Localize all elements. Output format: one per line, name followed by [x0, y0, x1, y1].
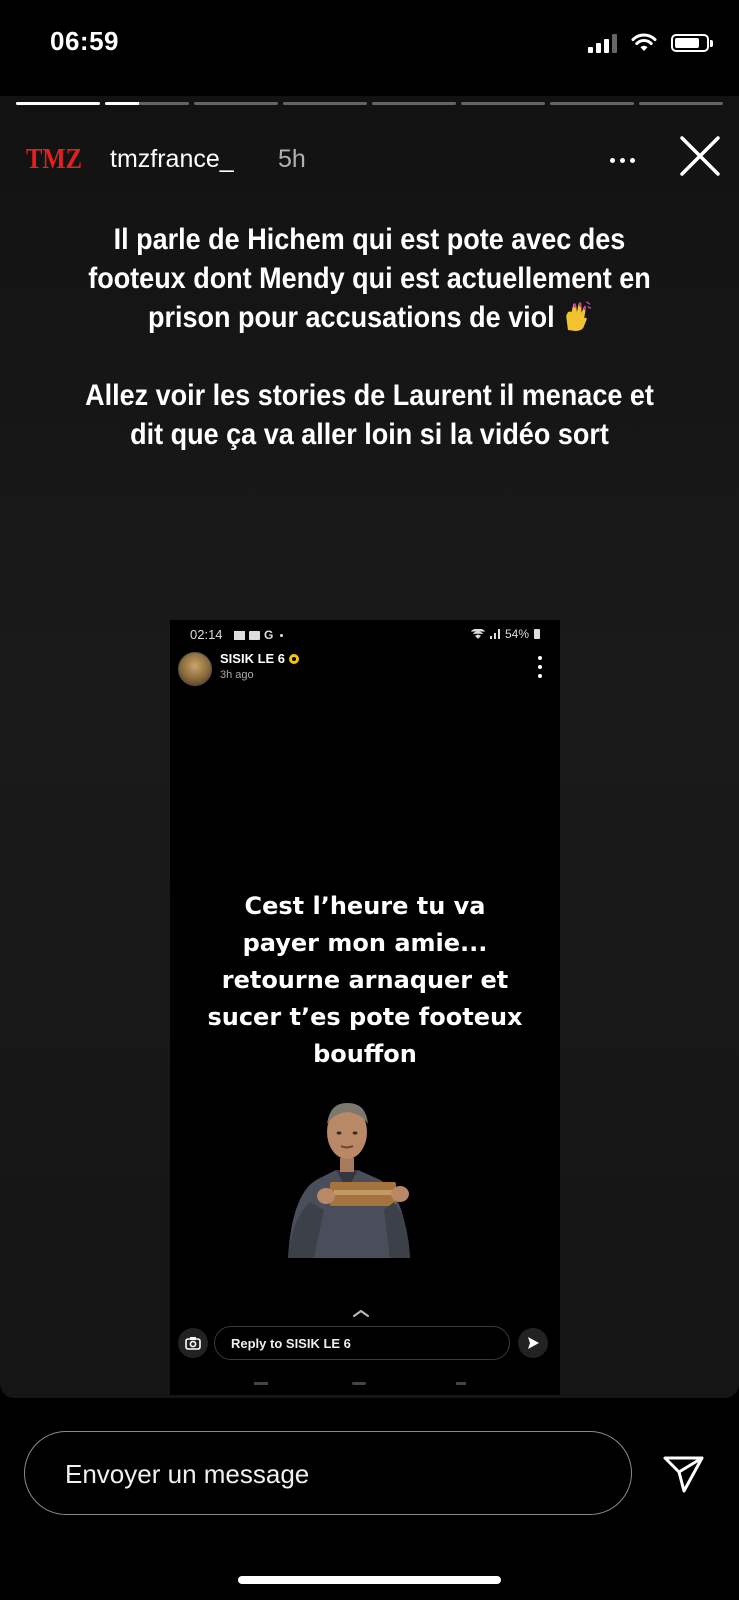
folder-icon — [249, 630, 260, 640]
message-input[interactable]: Envoyer un message — [24, 1431, 632, 1515]
wifi-icon — [631, 33, 657, 51]
embed-poster-name: SISIK LE 6 — [220, 651, 300, 666]
image-icon — [234, 630, 245, 640]
embed-status-letter: G — [264, 628, 274, 642]
battery-icon — [671, 34, 713, 52]
embed-message-line: sucer t’es pote footeux — [207, 1003, 523, 1031]
story-time-ago: 5h — [278, 145, 306, 173]
status-time: 06:59 — [50, 26, 119, 56]
story-header: TMZ tmzfrance_ 5h — [0, 132, 739, 192]
svg-text:TMZ: TMZ — [26, 144, 82, 174]
story-progress-segment — [550, 102, 634, 105]
story-progress-segment — [283, 102, 367, 105]
send-arrow-icon — [528, 1337, 539, 1349]
embed-header: SISIK LE 6 3h ago — [178, 650, 552, 690]
story-username[interactable]: tmzfrance_ — [110, 145, 234, 174]
tmz-logo[interactable]: TMZ — [26, 142, 84, 174]
embed-poster-name-text: SISIK LE 6 — [220, 651, 286, 666]
embed-message: Cest l’heure tu va payer mon amie... ret… — [170, 888, 560, 1073]
caption-paragraph-2: Allez voir les stories de Laurent il men… — [85, 379, 654, 451]
story-progress-bars — [16, 102, 723, 105]
wifi-icon — [471, 629, 485, 639]
story-progress-segment — [639, 102, 723, 105]
status-bar: 06:59 — [0, 0, 739, 96]
battery-icon — [534, 629, 540, 639]
embed-send-button — [518, 1328, 548, 1358]
embed-reply-bar: Reply to SISIK LE 6 — [170, 1322, 560, 1362]
camera-button — [178, 1328, 208, 1358]
embed-battery-text: 54% — [504, 627, 529, 641]
status-icons — [588, 33, 713, 53]
story-progress-segment — [105, 102, 189, 105]
embed-status-right: 54% — [471, 627, 540, 641]
embed-status-time: 02:14 — [190, 627, 223, 642]
direct-send-icon[interactable] — [660, 1450, 706, 1496]
camera-icon — [185, 1337, 201, 1350]
chevron-up-icon — [353, 1309, 369, 1317]
close-icon[interactable] — [676, 132, 724, 180]
avatar — [178, 652, 212, 686]
kebab-menu-icon — [536, 656, 544, 678]
story-card[interactable]: TMZ tmzfrance_ 5h Il parle de Hichem qui… — [0, 96, 739, 1398]
verified-badge-icon — [289, 653, 300, 664]
story-progress-segment — [461, 102, 545, 105]
more-options-icon — [609, 157, 615, 163]
embed-message-line: bouffon — [313, 1040, 417, 1068]
story-progress-segment — [194, 102, 278, 105]
embed-nav-bar — [170, 1368, 560, 1395]
embed-message-line: payer mon amie... — [242, 929, 488, 957]
embed-message-line: Cest l’heure tu va — [244, 892, 486, 920]
story-progress-segment — [16, 102, 100, 105]
story-progress-segment — [372, 102, 456, 105]
embed-reply-field: Reply to SISIK LE 6 — [214, 1326, 510, 1360]
embedded-screenshot: 02:14 G 54% SISIK LE 6 3h ago Cest l’heu… — [170, 620, 560, 1395]
more-options-button[interactable] — [602, 142, 642, 178]
story-caption: Il parle de Hichem qui est pote avec des… — [73, 220, 666, 454]
cellular-signal-icon — [489, 629, 500, 639]
embed-status-icons: G — [234, 628, 284, 642]
cellular-signal-icon — [588, 33, 617, 53]
home-indicator[interactable] — [238, 1576, 501, 1584]
dot-icon — [280, 633, 284, 637]
nail-polish-emoji-icon — [565, 301, 591, 331]
embed-status-bar: 02:14 G 54% — [170, 620, 560, 648]
embed-poster-time: 3h ago — [220, 669, 254, 681]
embed-message-line: retourne arnaquer et — [221, 966, 509, 994]
man-holding-sign-image — [288, 1102, 410, 1258]
